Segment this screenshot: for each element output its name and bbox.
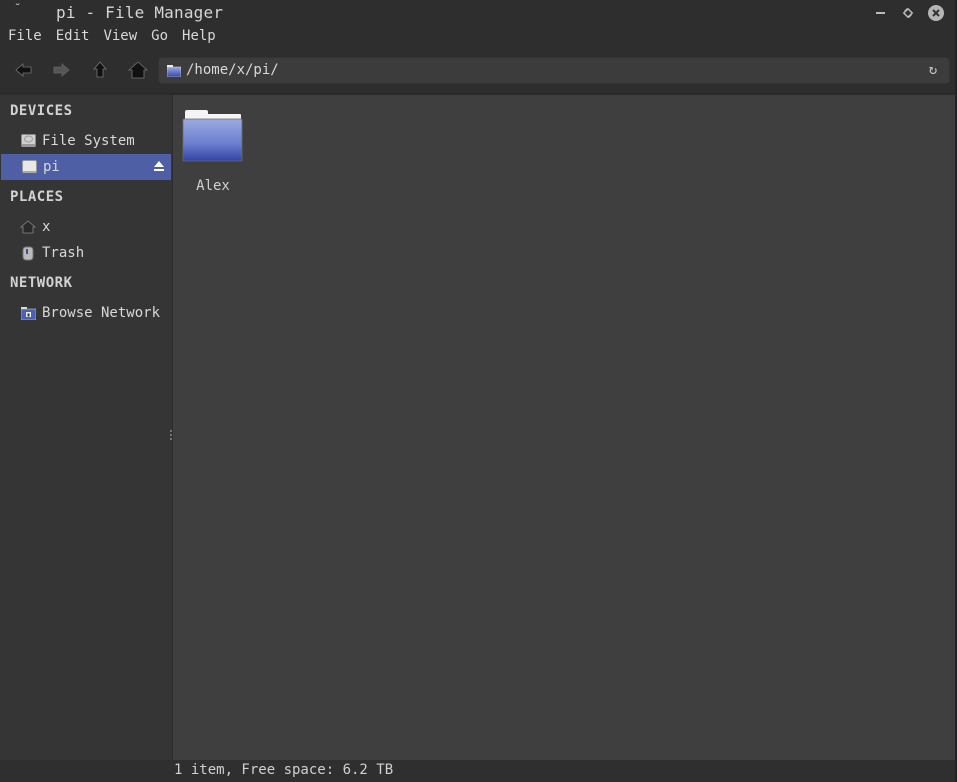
arrow-up-icon: [93, 61, 107, 78]
location-bar[interactable]: /home/x/pi/ ↻: [158, 57, 950, 84]
section-network: NETWORK: [10, 275, 73, 291]
harddisk-icon: [20, 133, 36, 149]
home-button[interactable]: [127, 60, 149, 80]
sidebar-item-label: pi: [43, 159, 60, 175]
arrow-right-icon: [53, 63, 70, 77]
reload-button[interactable]: ↻: [925, 62, 941, 78]
up-button[interactable]: [89, 60, 111, 80]
trash-icon: [20, 245, 36, 261]
file-item-label: Alex: [196, 178, 230, 194]
close-icon: [932, 9, 940, 17]
status-text: 1 item, Free space: 6.2 TB: [174, 762, 394, 778]
sidebar-item-pi[interactable]: pi: [1, 154, 171, 180]
sidebar-item-x[interactable]: x: [0, 214, 171, 240]
home-icon: [20, 219, 36, 235]
sidebar-item-label: x: [42, 219, 51, 235]
drive-icon: [21, 159, 37, 175]
sidebar-item-file-system[interactable]: File System: [0, 128, 171, 154]
file-item-folder[interactable]: Alex: [179, 110, 247, 194]
menu-go[interactable]: Go: [151, 26, 168, 48]
sidebar-item-label: Browse Network: [42, 305, 161, 321]
maximize-button[interactable]: [900, 5, 916, 21]
sidebar-item-browse-network[interactable]: Browse Network: [0, 300, 171, 326]
arrow-left-icon: [15, 63, 32, 77]
window-menu-icon[interactable]: ˘: [14, 2, 21, 16]
eject-icon[interactable]: [153, 160, 165, 172]
minimize-button[interactable]: [873, 5, 889, 21]
sidebar-item-label: File System: [42, 133, 135, 149]
menu-edit[interactable]: Edit: [56, 26, 90, 48]
section-devices: DEVICES: [10, 103, 73, 119]
sidebar-item-trash[interactable]: Trash: [0, 240, 171, 266]
minimize-icon: [876, 12, 885, 14]
folder-icon: [182, 110, 243, 162]
location-path[interactable]: /home/x/pi/: [186, 62, 279, 78]
sidebar-item-label: Trash: [42, 245, 85, 261]
reload-icon: ↻: [928, 62, 938, 78]
menu-bar: File Edit View Go Help: [0, 26, 957, 48]
forward-button[interactable]: [50, 60, 72, 80]
menu-help[interactable]: Help: [182, 26, 216, 48]
folder-icon: [167, 65, 181, 77]
menu-view[interactable]: View: [103, 26, 137, 48]
window-title: pi - File Manager: [56, 3, 224, 22]
file-view[interactable]: Alex: [173, 95, 955, 760]
section-places: PLACES: [10, 189, 64, 205]
title-bar: ˘ pi - File Manager: [0, 0, 957, 26]
status-bar: 1 item, Free space: 6.2 TB: [0, 760, 957, 782]
back-button[interactable]: [13, 60, 35, 80]
close-button[interactable]: [928, 5, 944, 21]
menu-file[interactable]: File: [8, 26, 42, 48]
sidebar: DEVICES File System pi PLACES x Trash NE…: [0, 95, 172, 760]
home-icon: [128, 61, 148, 79]
network-folder-icon: [20, 305, 36, 321]
maximize-icon: [903, 8, 913, 18]
